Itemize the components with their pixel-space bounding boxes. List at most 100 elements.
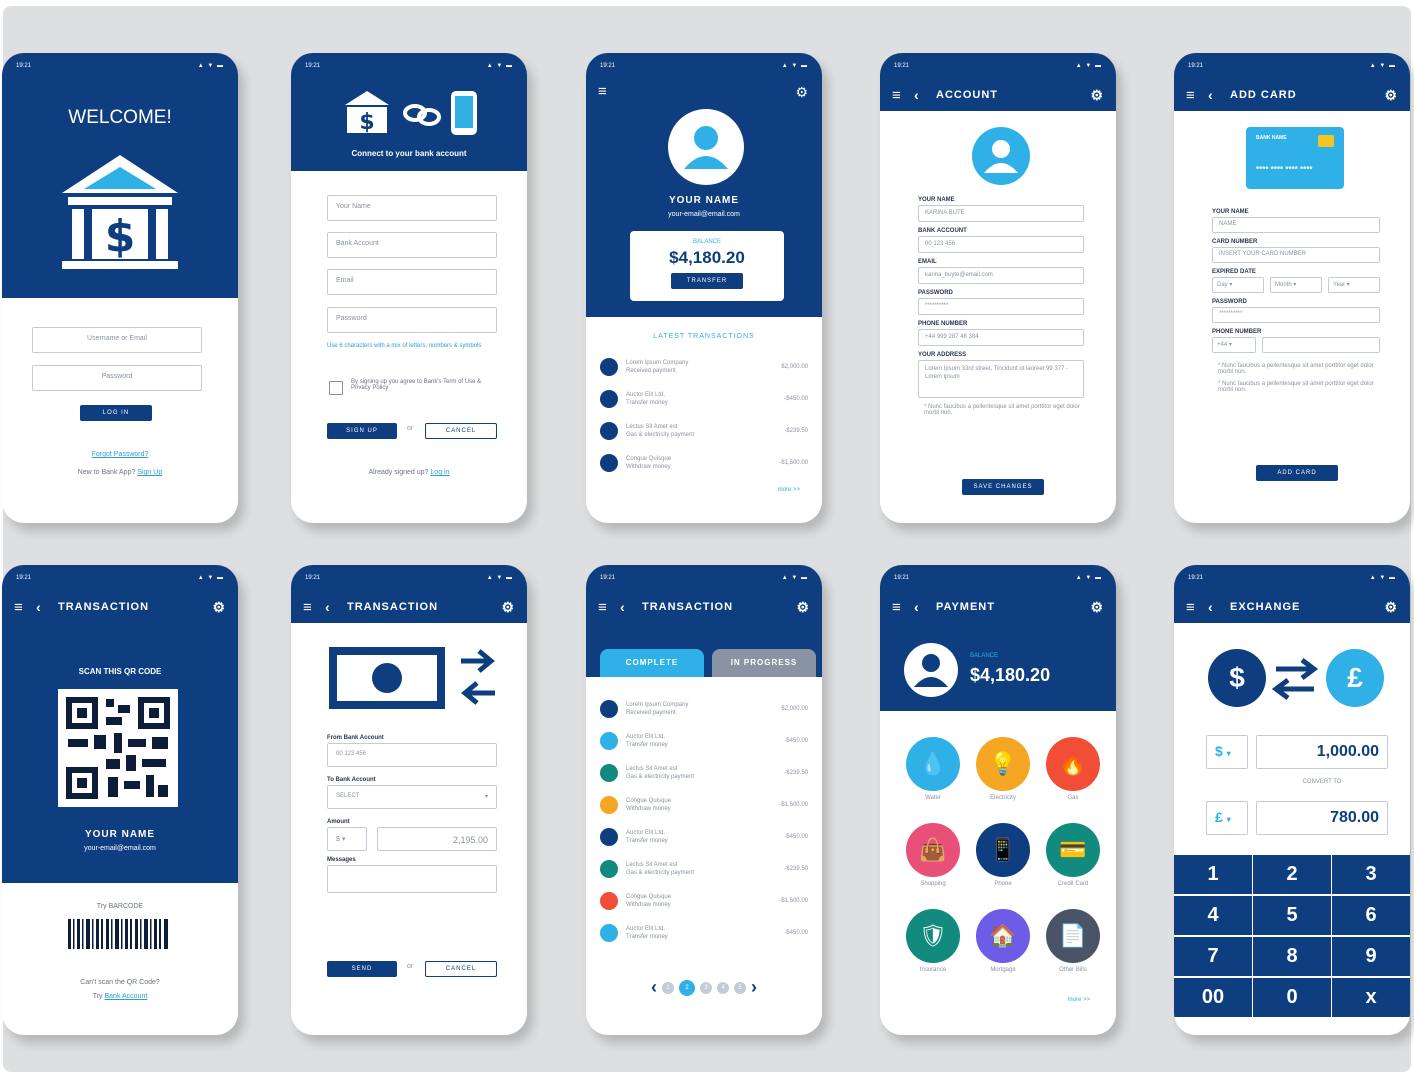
more-link[interactable]: more >>: [1068, 997, 1090, 1003]
phone-icon[interactable]: 📱: [976, 823, 1030, 877]
gear-icon[interactable]: ⚙: [1090, 599, 1104, 616]
gear-icon[interactable]: ⚙: [1090, 87, 1104, 104]
menu-icon[interactable]: ≡: [14, 599, 36, 616]
gas-icon[interactable]: 🔥: [1046, 737, 1100, 791]
keypad-key[interactable]: 00: [1174, 978, 1252, 1017]
page-number[interactable]: 4: [717, 981, 729, 994]
keypad-key[interactable]: 5: [1253, 896, 1331, 935]
country-code-select[interactable]: +44 ▾: [1212, 337, 1256, 353]
name-field[interactable]: NAME: [1212, 217, 1380, 233]
phone-field[interactable]: [1262, 337, 1380, 353]
keypad-key[interactable]: x: [1332, 978, 1410, 1017]
transaction-row[interactable]: Lectus Sit Amet est Gas & electricity pay…: [586, 415, 822, 447]
name-input[interactable]: Your Name: [327, 195, 497, 221]
keypad-key[interactable]: 7: [1174, 937, 1252, 976]
email-field[interactable]: karina_buyte@email.com: [918, 267, 1084, 284]
name-field[interactable]: KARINA BUTE: [918, 205, 1084, 222]
back-icon[interactable]: ‹: [1208, 599, 1230, 615]
password-input[interactable]: Password: [32, 365, 202, 391]
back-icon[interactable]: ‹: [325, 599, 347, 615]
month-select[interactable]: Month ▾: [1270, 277, 1322, 293]
back-icon[interactable]: ‹: [620, 599, 642, 615]
cancel-button[interactable]: CANCEL: [425, 423, 497, 439]
bank-account-input[interactable]: Bank Account: [327, 232, 497, 258]
terms-checkbox[interactable]: [329, 381, 343, 395]
back-icon[interactable]: ‹: [914, 87, 936, 103]
transaction-row[interactable]: Lorem Ipsum Company Received payment $2,00…: [586, 351, 822, 383]
password-field[interactable]: **********: [918, 298, 1084, 315]
menu-icon[interactable]: ≡: [1186, 599, 1208, 616]
transaction-row[interactable]: Lectus Sit Amet est Gas & electricity pay…: [586, 853, 822, 885]
page-number[interactable]: 5: [734, 981, 746, 994]
from-amount-field[interactable]: 1,000.00: [1256, 735, 1388, 769]
keypad-key[interactable]: 2: [1253, 855, 1331, 894]
to-amount-field[interactable]: 780.00: [1256, 801, 1388, 835]
water-icon[interactable]: 💧: [906, 737, 960, 791]
gear-icon[interactable]: ⚙: [1384, 599, 1398, 616]
menu-icon[interactable]: ≡: [598, 599, 620, 616]
back-icon[interactable]: ‹: [914, 599, 936, 615]
transaction-row[interactable]: Congue Quisque Withdraw money -$1,500.00: [586, 789, 822, 821]
cancel-button[interactable]: CANCEL: [425, 961, 497, 977]
transaction-row[interactable]: Congue Quisque Withdraw money -$1,500.00: [586, 447, 822, 479]
forgot-password-link[interactable]: Forgot Password?: [2, 451, 238, 458]
keypad-key[interactable]: 8: [1253, 937, 1331, 976]
from-currency-select[interactable]: $ ▾: [1206, 735, 1248, 769]
year-select[interactable]: Year ▾: [1328, 277, 1380, 293]
shopping-icon[interactable]: 👜: [906, 823, 960, 877]
menu-icon[interactable]: ≡: [892, 599, 914, 616]
insurance-icon[interactable]: 🛡: [906, 909, 960, 963]
gear-icon[interactable]: ⚙: [1384, 87, 1398, 104]
prev-page-icon[interactable]: ‹: [651, 977, 657, 998]
send-button[interactable]: SEND: [327, 961, 397, 977]
back-icon[interactable]: ‹: [36, 599, 58, 615]
menu-icon[interactable]: ≡: [303, 599, 325, 616]
transfer-button[interactable]: TRANSFER: [671, 273, 743, 289]
transaction-row[interactable]: Auctor Elit Ltd. Transfer money -$450.00: [586, 725, 822, 757]
signup-link[interactable]: Sign Up: [137, 469, 162, 476]
keypad-key[interactable]: 9: [1332, 937, 1410, 976]
keypad-key[interactable]: 0: [1253, 978, 1331, 1017]
next-page-icon[interactable]: ›: [751, 977, 757, 998]
amount-field[interactable]: 2,195.00: [377, 827, 497, 851]
transaction-row[interactable]: Auctor Elit Ltd. Transfer money -$450.00: [586, 821, 822, 853]
menu-icon[interactable]: ≡: [1186, 87, 1208, 104]
gear-icon[interactable]: ⚙: [796, 599, 810, 616]
mortgage-icon[interactable]: 🏠: [976, 909, 1030, 963]
page-number[interactable]: 3: [700, 981, 712, 994]
page-number[interactable]: 2: [679, 979, 695, 996]
transaction-row[interactable]: Auctor Elit Ltd. Transfer money -$450.00: [586, 383, 822, 415]
password-input[interactable]: Password: [327, 307, 497, 333]
transaction-row[interactable]: Congue Quisque Withdraw money -$1,500.00: [586, 885, 822, 917]
transaction-row[interactable]: Lectus Sit Amet est Gas & electricity pay…: [586, 757, 822, 789]
page-number[interactable]: 1: [662, 981, 674, 994]
other-bills-icon[interactable]: 📄: [1046, 909, 1100, 963]
phone-field[interactable]: +44 999 287 48 384: [918, 329, 1084, 346]
to-account-select[interactable]: SELECT ▾: [327, 785, 497, 809]
tab-complete[interactable]: COMPLETE: [600, 649, 704, 677]
bank-account-field[interactable]: 00 123 456: [918, 236, 1084, 253]
currency-select[interactable]: $ ▾: [327, 827, 367, 851]
gear-icon[interactable]: ⚙: [212, 599, 226, 616]
keypad-key[interactable]: 3: [1332, 855, 1410, 894]
keypad-key[interactable]: 4: [1174, 896, 1252, 935]
email-input[interactable]: Email: [327, 269, 497, 295]
gear-icon[interactable]: ⚙: [501, 599, 515, 616]
login-button[interactable]: LOG IN: [80, 405, 152, 421]
login-link[interactable]: Log in: [430, 469, 449, 476]
username-input[interactable]: Username or Email: [32, 327, 202, 353]
to-currency-select[interactable]: £ ▾: [1206, 801, 1248, 835]
keypad-key[interactable]: 6: [1332, 896, 1410, 935]
credit-card-icon[interactable]: 💳: [1046, 823, 1100, 877]
add-card-button[interactable]: ADD CARD: [1256, 465, 1338, 481]
password-field[interactable]: **********: [1212, 307, 1380, 323]
address-field[interactable]: Lorem Ipsum 33rd street, Tincidunt ut la…: [918, 360, 1084, 398]
bank-account-link[interactable]: Bank Account: [105, 993, 148, 1000]
day-select[interactable]: Day ▾: [1212, 277, 1264, 293]
save-changes-button[interactable]: SAVE CHANGES: [962, 479, 1044, 495]
transaction-row[interactable]: Auctor Elit Ltd. Transfer money -$450.00: [586, 917, 822, 949]
messages-field[interactable]: [327, 865, 497, 893]
more-link[interactable]: more >>: [778, 487, 800, 493]
back-icon[interactable]: ‹: [1208, 87, 1230, 103]
gear-icon[interactable]: ⚙: [795, 84, 808, 101]
